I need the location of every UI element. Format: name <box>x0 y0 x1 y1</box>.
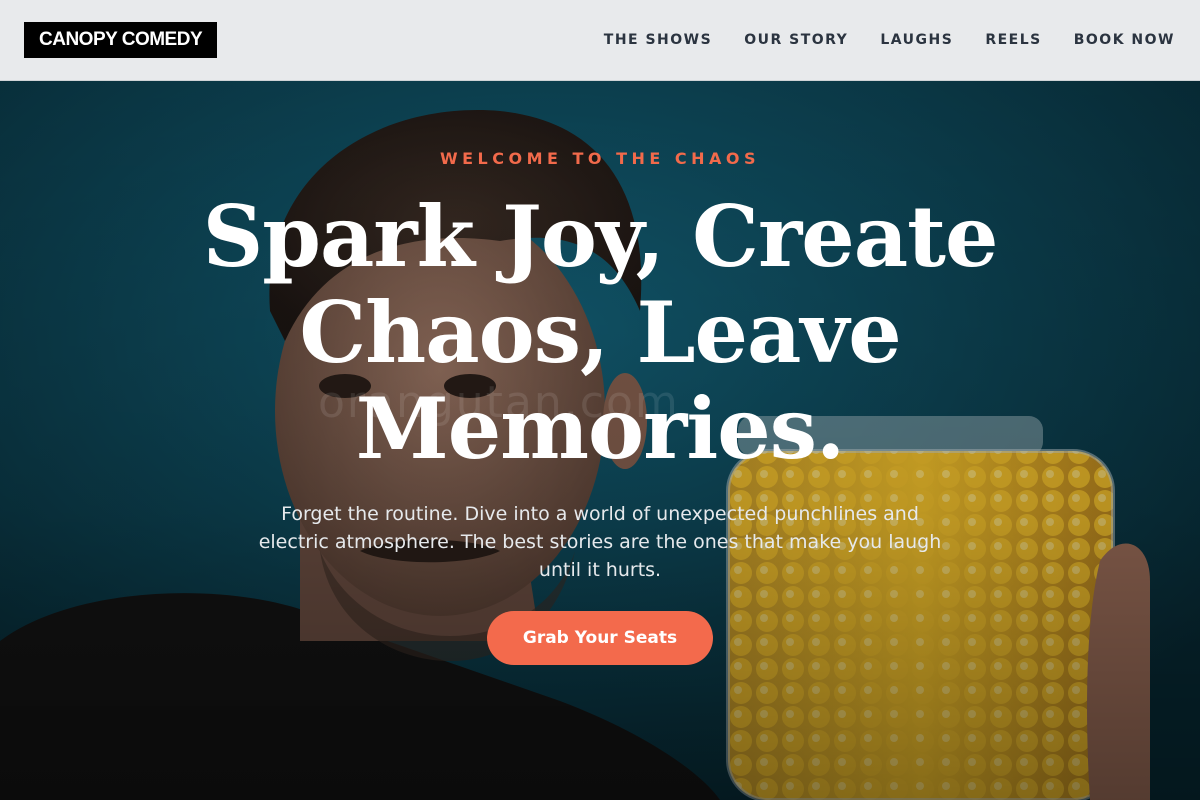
site-header: CANOPY COMEDY THE SHOWS OUR STORY LAUGHS… <box>0 0 1200 81</box>
nav-item-reels[interactable]: REELS <box>985 31 1041 49</box>
nav-item-the-shows[interactable]: THE SHOWS <box>604 31 712 49</box>
hero-headline: Spark Joy, Create Chaos, Leave Memories. <box>202 187 999 478</box>
hero-subtext: Forget the routine. Dive into a world of… <box>258 503 942 581</box>
hero-section: orangutan.com WELCOME TO THE CHAOS Spark… <box>0 81 1200 800</box>
logo[interactable]: CANOPY COMEDY <box>24 22 218 58</box>
hero-eyebrow: WELCOME TO THE CHAOS <box>439 149 761 168</box>
nav-item-laughs[interactable]: LAUGHS <box>880 31 953 49</box>
nav-item-our-story[interactable]: OUR STORY <box>744 31 848 49</box>
main-nav: THE SHOWS OUR STORY LAUGHS REELS BOOK NO… <box>604 31 1175 49</box>
nav-item-book-now[interactable]: BOOK NOW <box>1074 31 1175 49</box>
grab-seats-button[interactable]: Grab Your Seats <box>487 611 713 665</box>
